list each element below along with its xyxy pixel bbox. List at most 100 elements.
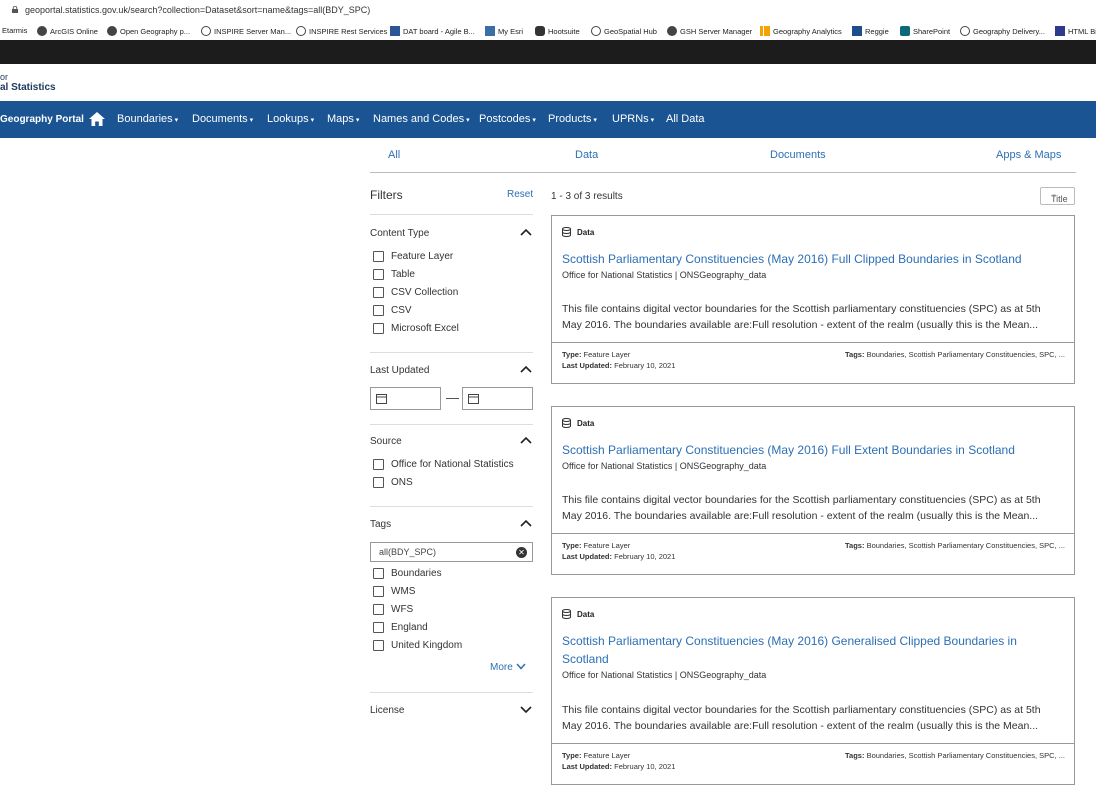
bookmark-html[interactable]: HTML Bi: [1055, 26, 1096, 36]
database-icon: [562, 418, 571, 428]
caret-down-icon: ▾: [650, 117, 655, 124]
filter-option-table[interactable]: Table: [373, 269, 415, 280]
sort-dropdown[interactable]: Title ▼: [1040, 187, 1075, 205]
result-title-link[interactable]: Scottish Parliamentary Constituencies (M…: [562, 632, 1052, 668]
bookmark-open-geography[interactable]: Open Geography p...: [107, 26, 190, 36]
tab-documents[interactable]: Documents: [770, 149, 826, 161]
nav-maps[interactable]: Maps ▾: [327, 113, 359, 125]
checkbox[interactable]: [373, 251, 384, 262]
more-tags-link[interactable]: More: [490, 662, 526, 673]
tag-search-input[interactable]: all(BDY_SPC) ✕: [370, 542, 533, 562]
clear-icon[interactable]: ✕: [516, 547, 527, 558]
nav-postcodes[interactable]: Postcodes ▾: [479, 113, 536, 125]
filter-option-csv[interactable]: CSV: [373, 305, 412, 316]
filter-option-feature-layer[interactable]: Feature Layer: [373, 251, 453, 262]
filter-option-microsoft-excel[interactable]: Microsoft Excel: [373, 323, 459, 334]
bookmark-sharepoint[interactable]: SharePoint: [900, 26, 950, 36]
globe-icon: [107, 26, 117, 36]
checkbox[interactable]: [373, 640, 384, 651]
checkbox[interactable]: [373, 604, 384, 615]
filter-option-united-kingdom[interactable]: United Kingdom: [373, 640, 462, 651]
nav-names-and-codes[interactable]: Names and Codes ▾: [373, 113, 470, 125]
bookmark-inspire-rest[interactable]: INSPIRE Rest Services: [296, 26, 387, 36]
checkbox[interactable]: [373, 459, 384, 470]
checkbox[interactable]: [373, 323, 384, 334]
result-meta: Type: Feature Layer Last Updated: Februa…: [552, 342, 1074, 393]
bookmark-geography-delivery[interactable]: Geography Delivery...: [960, 26, 1045, 36]
nav-all-data[interactable]: All Data: [666, 113, 705, 125]
filter-divider: [370, 424, 533, 425]
chevron-down-icon[interactable]: [520, 706, 532, 714]
result-title-link[interactable]: Scottish Parliamentary Constituencies (M…: [562, 441, 1052, 459]
filter-divider: [370, 692, 533, 693]
home-icon[interactable]: [89, 112, 105, 126]
nav-lookups[interactable]: Lookups ▾: [267, 113, 314, 125]
bookmark-arcgis-online[interactable]: ArcGIS Online: [37, 26, 98, 36]
html-icon: [1055, 26, 1065, 36]
ons-logo-line2[interactable]: al Statistics: [0, 82, 56, 93]
nav-brand[interactable]: Geography Portal: [0, 114, 84, 125]
filter-option-wfs[interactable]: WFS: [373, 604, 413, 615]
result-tags-meta: Tags: Boundaries, Scottish Parliamentary…: [845, 751, 1065, 760]
content-type-heading[interactable]: Content Type: [370, 228, 429, 239]
chevron-up-icon[interactable]: [520, 519, 532, 527]
tab-apps-maps[interactable]: Apps & Maps: [996, 149, 1061, 161]
nav-products[interactable]: Products ▾: [548, 113, 597, 125]
bookmark-reggie[interactable]: Reggie: [852, 26, 889, 36]
bookmarks-bar: Etarmis ArcGIS Online Open Geography p..…: [0, 22, 1096, 40]
browser-address-bar[interactable]: geoportal.statistics.gov.uk/search?colle…: [0, 0, 1096, 22]
tab-all[interactable]: All: [388, 149, 400, 161]
bookmark-my-esri[interactable]: My Esri: [485, 26, 523, 36]
chevron-up-icon[interactable]: [520, 228, 532, 236]
nav-documents[interactable]: Documents ▾: [192, 113, 253, 125]
result-card[interactable]: Data Scottish Parliamentary Constituenci…: [551, 597, 1075, 785]
filter-option-boundaries[interactable]: Boundaries: [373, 568, 442, 579]
calendar-icon: [468, 394, 479, 404]
chevron-up-icon[interactable]: [520, 365, 532, 373]
filter-option-wms[interactable]: WMS: [373, 586, 415, 597]
result-card[interactable]: Data Scottish Parliamentary Constituenci…: [551, 406, 1075, 575]
bookmark-inspire-server[interactable]: INSPIRE Server Man...: [201, 26, 291, 36]
result-card[interactable]: Data Scottish Parliamentary Constituenci…: [551, 215, 1075, 384]
tab-data[interactable]: Data: [575, 149, 598, 161]
tags-heading[interactable]: Tags: [370, 519, 391, 530]
bookmark-gsh-server[interactable]: GSH Server Manager: [667, 26, 752, 36]
globe-icon: [37, 26, 47, 36]
date-from-input[interactable]: [370, 387, 441, 410]
source-heading[interactable]: Source: [370, 436, 402, 447]
database-icon: [562, 227, 571, 237]
caret-down-icon: ▾: [310, 117, 315, 124]
license-heading[interactable]: License: [370, 705, 404, 716]
nav-uprns[interactable]: UPRNs ▾: [612, 113, 654, 125]
ons-logo-line1[interactable]: or: [0, 72, 8, 82]
reset-link[interactable]: Reset: [507, 189, 533, 200]
bookmark-dat-board[interactable]: DAT board - Agile B...: [390, 26, 475, 36]
bookmark-hootsuite[interactable]: Hootsuite: [535, 26, 580, 36]
bookmark-etarmis[interactable]: Etarmis: [2, 26, 27, 35]
checkbox[interactable]: [373, 622, 384, 633]
result-title-link[interactable]: Scottish Parliamentary Constituencies (M…: [562, 250, 1052, 268]
chevron-up-icon[interactable]: [520, 436, 532, 444]
url-text[interactable]: geoportal.statistics.gov.uk/search?colle…: [25, 5, 370, 15]
filter-option-office-for-national-statistics[interactable]: Office for National Statistics: [373, 459, 514, 470]
globe-icon: [201, 26, 211, 36]
checkbox[interactable]: [373, 477, 384, 488]
checkbox[interactable]: [373, 568, 384, 579]
bookmark-geospatial-hub[interactable]: GeoSpatial Hub: [591, 26, 657, 36]
calendar-icon: [376, 394, 387, 404]
result-type-meta: Type: Feature Layer: [562, 751, 631, 760]
filter-option-ons[interactable]: ONS: [373, 477, 413, 488]
bookmark-geography-analytics[interactable]: Geography Analytics: [760, 26, 842, 36]
tag-search-value: all(BDY_SPC): [379, 547, 437, 557]
checkbox[interactable]: [373, 269, 384, 280]
checkbox[interactable]: [373, 287, 384, 298]
filter-option-england[interactable]: England: [373, 622, 428, 633]
nav-boundaries[interactable]: Boundaries ▾: [117, 113, 178, 125]
globe-icon: [960, 26, 970, 36]
filter-divider: [370, 214, 533, 215]
date-to-input[interactable]: [462, 387, 533, 410]
checkbox[interactable]: [373, 586, 384, 597]
last-updated-heading[interactable]: Last Updated: [370, 365, 430, 376]
checkbox[interactable]: [373, 305, 384, 316]
filter-option-csv-collection[interactable]: CSV Collection: [373, 287, 458, 298]
